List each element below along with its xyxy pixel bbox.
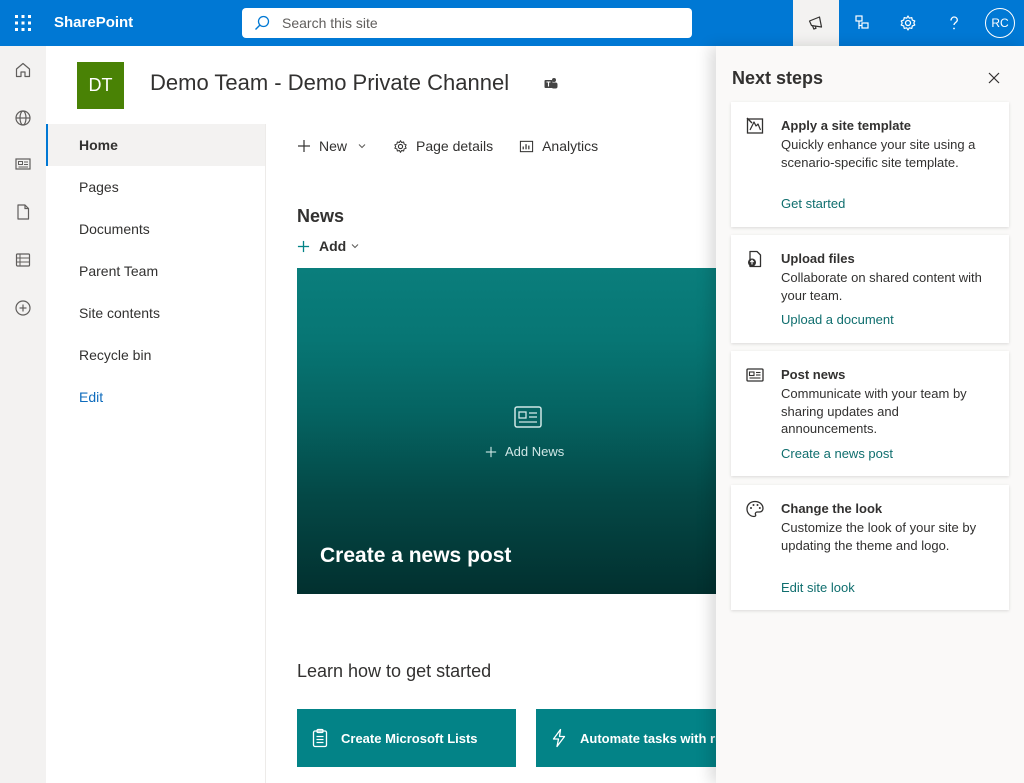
automate-tasks-label: Automate tasks with rules [580,730,737,746]
help-button[interactable] [931,0,977,46]
close-icon [988,72,1000,84]
site-title[interactable]: Demo Team - Demo Private Channel [150,70,509,96]
app-launcher-button[interactable] [0,0,46,46]
nav-item-pages[interactable]: Pages [46,166,265,208]
nav-item-parent-team[interactable]: Parent Team [46,250,265,292]
next-steps-panel: Next steps Apply a site template Quickly… [716,46,1024,783]
gear-icon [900,15,916,31]
news-placeholder-card[interactable]: Add News Create a news post [297,268,737,594]
plus-icon [298,140,310,152]
analytics-button[interactable]: Analytics [519,138,598,154]
command-bar: New Page details Analytics [297,134,624,158]
step-title: Change the look [781,501,883,516]
step-card-post-news: Post news Communicate with your team by … [731,351,1009,476]
teams-icon [544,78,558,89]
page-details-button[interactable]: Page details [393,138,493,154]
news-card-title: Create a news post [320,544,512,567]
nav-item-documents[interactable]: Documents [46,208,265,250]
chevron-down-icon [358,144,366,149]
step-title: Post news [781,367,846,382]
list-icon [15,253,31,267]
app-bar-home[interactable] [0,52,46,88]
site-template-icon [746,117,764,134]
close-button[interactable] [984,68,1004,88]
news-icon [746,368,764,382]
document-icon [17,204,30,220]
add-circle-icon [15,300,31,316]
app-bar-create[interactable] [0,290,46,326]
add-news-label: Add News [505,444,565,459]
create-lists-button[interactable]: Create Microsoft Lists [297,709,516,767]
news-icon [15,158,31,170]
nav-edit-link[interactable]: Edit [46,376,265,418]
add-news-link[interactable]: Add News [485,444,564,459]
app-switch-button[interactable] [839,0,885,46]
waffle-icon [15,15,31,31]
nav-item-site-contents[interactable]: Site contents [46,292,265,334]
automate-tasks-button[interactable]: Automate tasks with rules [536,709,737,767]
analytics-icon [519,140,534,152]
plus-icon [485,446,497,457]
step-card-site-template: Apply a site template Quickly enhance yo… [731,102,1009,227]
app-bar [0,46,46,783]
site-logo[interactable]: DT [77,62,124,109]
step-card-upload-files: Upload files Collaborate on shared conte… [731,235,1009,343]
new-button-label: New [319,138,348,154]
learn-section-title: Learn how to get started [297,661,492,681]
app-bar-files[interactable] [0,194,46,230]
search-placeholder: Search this site [282,15,378,31]
step-description: Quickly enhance your site using a scenar… [781,137,976,170]
settings-button[interactable] [885,0,931,46]
site-navigation: Home Pages Documents Parent Team Site co… [46,124,266,783]
globe-icon [15,110,31,126]
upload-document-link[interactable]: Upload a document [781,312,894,327]
search-icon [242,8,282,38]
nav-item-home[interactable]: Home [46,124,265,166]
lightning-icon [552,728,566,748]
news-icon [514,406,542,428]
palette-icon [746,500,764,518]
create-lists-label: Create Microsoft Lists [341,730,478,746]
gear-icon [394,139,407,153]
page-details-label: Page details [416,138,494,154]
news-section-title: News [297,206,345,226]
step-title: Upload files [781,251,855,266]
plus-icon [297,240,310,252]
clipboard-list-icon [312,728,328,748]
chevron-down-icon [351,244,359,249]
step-description: Customize the look of your site by updat… [781,520,977,553]
news-add-button[interactable]: Add [297,238,360,254]
panel-title: Next steps [732,68,824,88]
new-button[interactable]: New [297,138,367,154]
avatar: RC [985,8,1015,38]
upload-file-icon [748,250,762,268]
step-title: Apply a site template [781,118,912,133]
app-bar-news[interactable] [0,146,46,182]
step-card-change-look: Change the look Customize the look of yo… [731,485,1009,610]
home-icon [15,62,31,78]
suite-bar: SharePoint Search this site RC [0,0,1024,46]
megaphone-icon [808,16,823,30]
account-button[interactable]: RC [977,0,1023,46]
tasks-icon [855,15,869,29]
question-icon [950,16,958,30]
create-news-post-link[interactable]: Create a news post [781,446,893,461]
search-input[interactable]: Search this site [242,8,692,38]
news-add-label: Add [319,238,347,254]
app-bar-lists[interactable] [0,242,46,278]
analytics-label: Analytics [542,138,599,154]
edit-site-look-link[interactable]: Edit site look [781,580,855,595]
step-description: Communicate with your team by sharing up… [781,386,967,436]
nav-item-recycle-bin[interactable]: Recycle bin [46,334,265,376]
app-bar-sites[interactable] [0,100,46,136]
feedback-button[interactable] [793,0,839,46]
get-started-link[interactable]: Get started [781,196,845,211]
app-name[interactable]: SharePoint [54,14,133,31]
step-description: Collaborate on shared content with your … [781,270,982,303]
